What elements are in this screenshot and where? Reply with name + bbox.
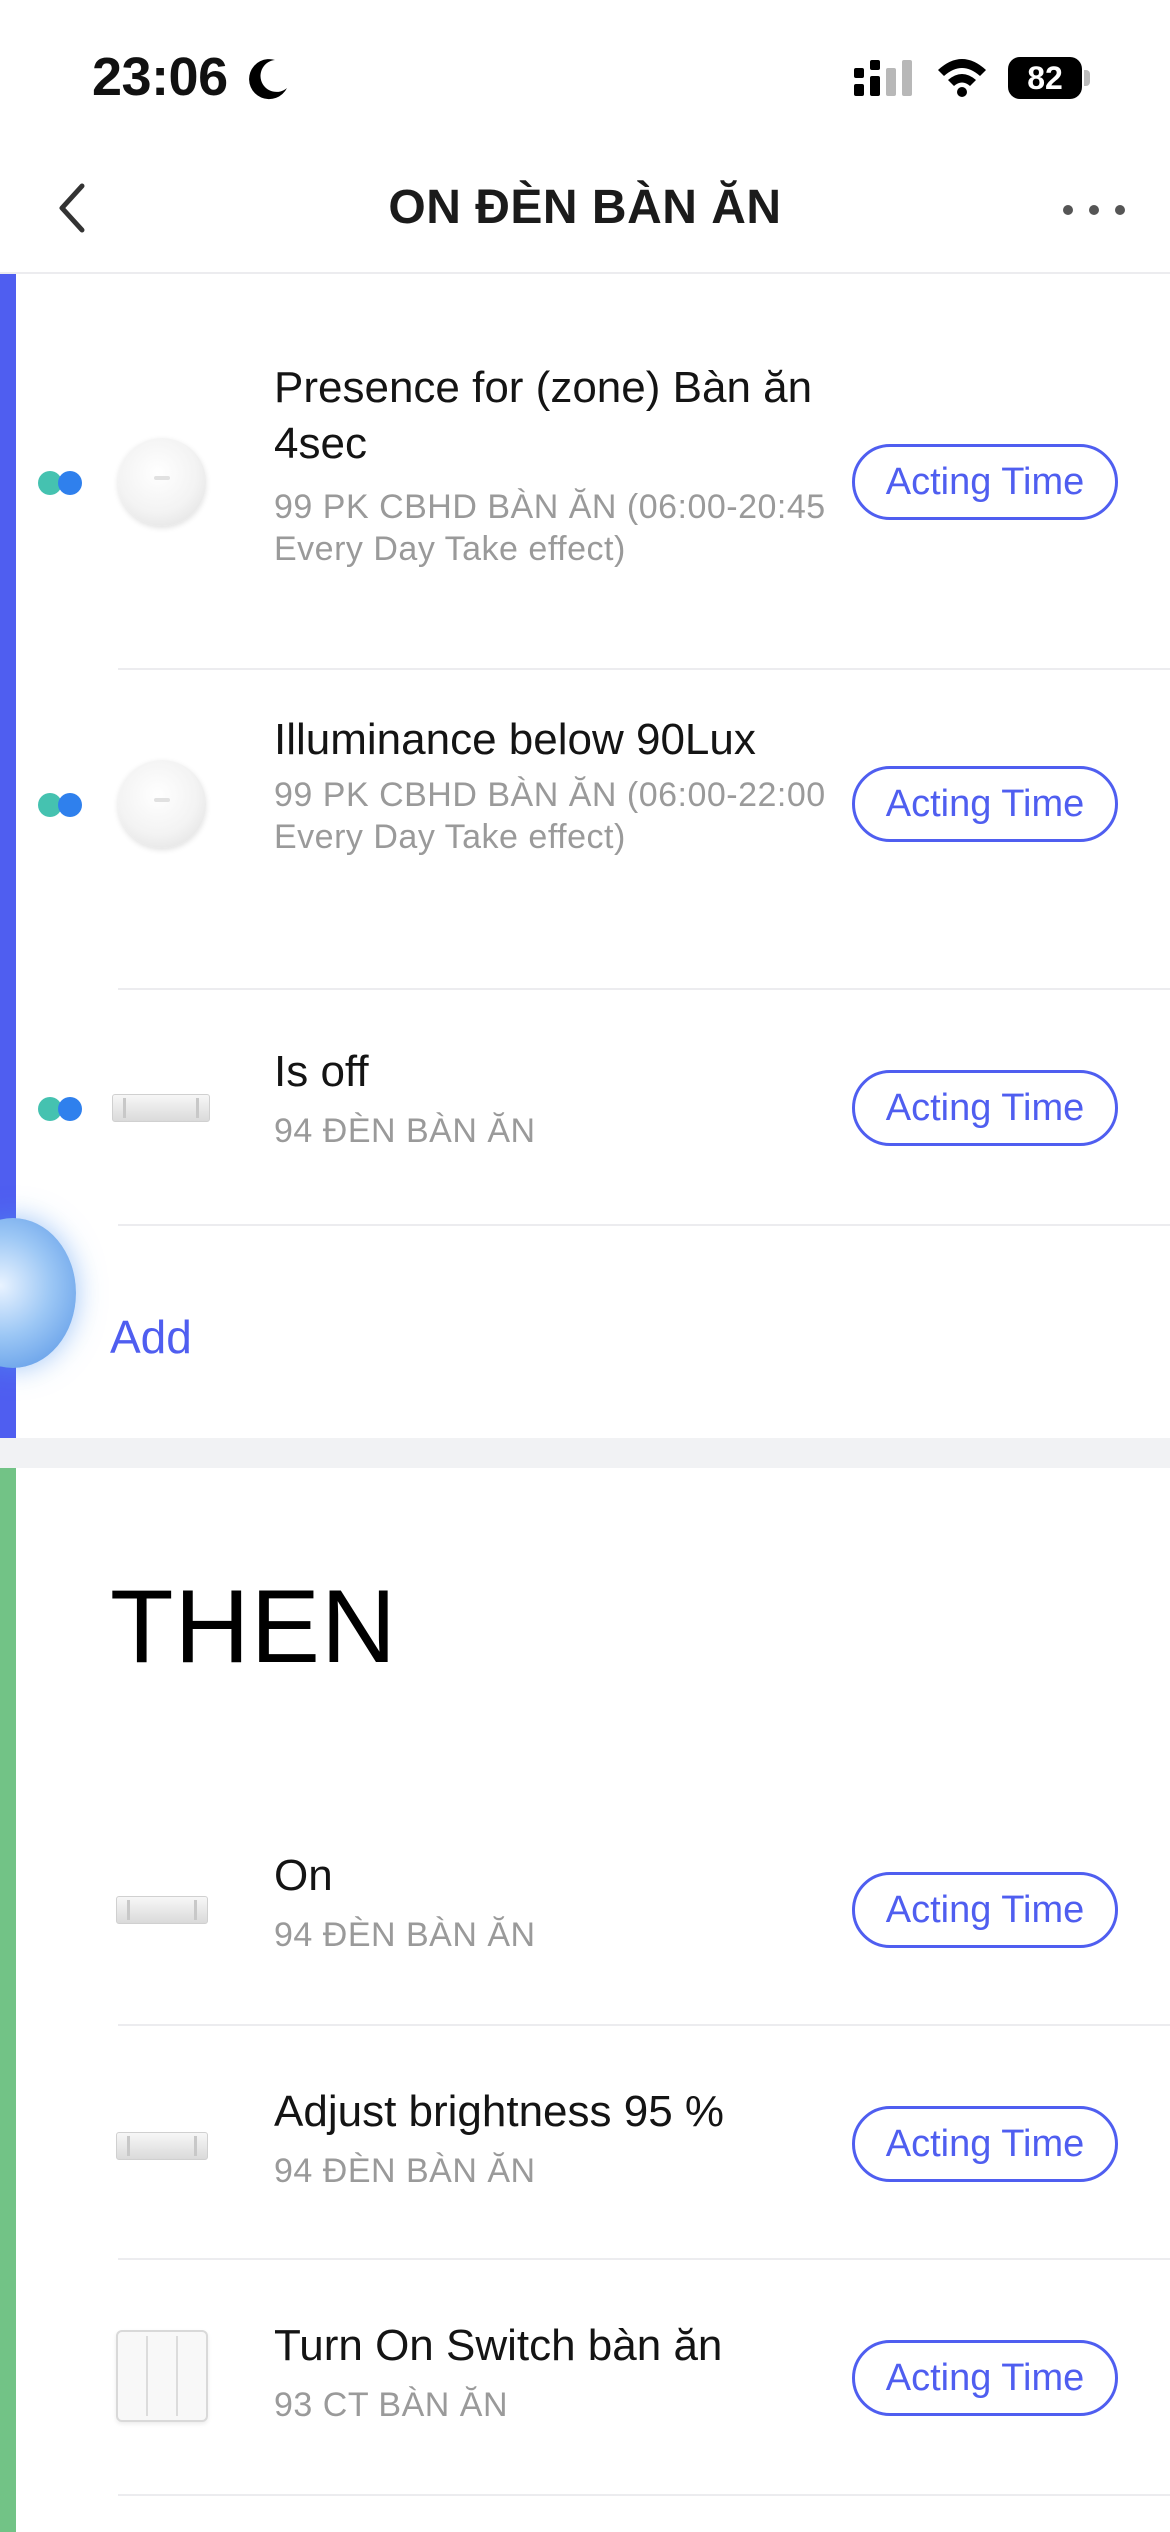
condition-status-dots xyxy=(38,470,84,496)
action-row[interactable]: Adjust brightness 95 % 94 ĐÈN BÀN ĂN Act… xyxy=(0,2026,1170,2260)
action-title: On xyxy=(274,1851,333,1900)
light-bar-icon xyxy=(116,2132,208,2160)
condition-row[interactable]: Presence for (zone) Bàn ăn 4sec 99 PK CB… xyxy=(0,274,1170,670)
action-row[interactable]: Turn On Switch bàn ăn 93 CT BÀN ĂN Actin… xyxy=(0,2260,1170,2496)
condition-title: Presence for (zone) Bàn ăn 4sec xyxy=(274,363,813,468)
light-bar-icon xyxy=(112,1094,210,1122)
condition-status-dots xyxy=(38,792,84,818)
status-time: 23:06 xyxy=(92,47,228,107)
status-bar: 23:06 82 xyxy=(0,0,1170,150)
row-divider xyxy=(118,2494,1170,2496)
if-conditions-section: Presence for (zone) Bàn ăn 4sec 99 PK CB… xyxy=(0,274,1170,1438)
condition-subtitle: 99 PK CBHD BÀN ĂN (06:00-22:00 Every Day… xyxy=(274,776,826,856)
action-subtitle: 93 CT BÀN ĂN xyxy=(274,2386,509,2424)
action-subtitle: 94 ĐÈN BÀN ĂN xyxy=(274,2152,536,2190)
condition-title: Is off xyxy=(274,1047,369,1096)
condition-subtitle: 99 PK CBHD BÀN ĂN (06:00-20:45 Every Day… xyxy=(274,488,826,568)
light-bar-icon xyxy=(116,1896,208,1924)
condition-row[interactable]: Is off 94 ĐÈN BÀN ĂN Acting Time xyxy=(0,990,1170,1226)
acting-time-button[interactable]: Acting Time xyxy=(852,2106,1118,2182)
cellular-signal-icon xyxy=(854,60,912,96)
then-heading: THEN xyxy=(110,1569,398,1685)
nav-bar: ON ĐÈN BÀN ĂN xyxy=(0,150,1170,274)
condition-status-dots xyxy=(38,1096,84,1122)
battery-tip xyxy=(1084,70,1090,86)
condition-subtitle: 94 ĐÈN BÀN ĂN xyxy=(274,1112,536,1150)
action-title: Turn On Switch bàn ăn xyxy=(274,2321,723,2370)
page-title: ON ĐÈN BÀN ĂN xyxy=(388,181,782,234)
condition-title: Illuminance below 90Lux xyxy=(274,715,756,764)
add-condition-link[interactable]: Add xyxy=(110,1310,192,1364)
action-title: Adjust brightness 95 % xyxy=(274,2087,725,2136)
more-options-icon[interactable] xyxy=(1058,198,1130,222)
presence-sensor-icon xyxy=(118,760,206,848)
acting-time-button[interactable]: Acting Time xyxy=(852,2340,1118,2416)
action-subtitle: 94 ĐÈN BÀN ĂN xyxy=(274,1916,536,1954)
row-divider xyxy=(118,1224,1170,1226)
acting-time-button[interactable]: Acting Time xyxy=(852,444,1118,520)
acting-time-button[interactable]: Acting Time xyxy=(852,1872,1118,1948)
action-row[interactable]: On 94 ĐÈN BÀN ĂN Acting Time xyxy=(0,1790,1170,2026)
battery-level: 82 xyxy=(1008,57,1082,99)
wifi-icon xyxy=(938,59,986,97)
presence-sensor-icon xyxy=(118,438,206,526)
then-actions-section: THEN On 94 ĐÈN BÀN ĂN Acting Time Adjust… xyxy=(0,1468,1170,2532)
acting-time-button[interactable]: Acting Time xyxy=(852,766,1118,842)
battery-indicator: 82 xyxy=(1008,57,1090,99)
moon-icon xyxy=(249,59,287,100)
section-separator xyxy=(0,1438,1170,1468)
acting-time-button[interactable]: Acting Time xyxy=(852,1070,1118,1146)
wall-switch-icon xyxy=(116,2330,208,2422)
condition-row[interactable]: Illuminance below 90Lux 99 PK CBHD BÀN Ă… xyxy=(0,670,1170,990)
